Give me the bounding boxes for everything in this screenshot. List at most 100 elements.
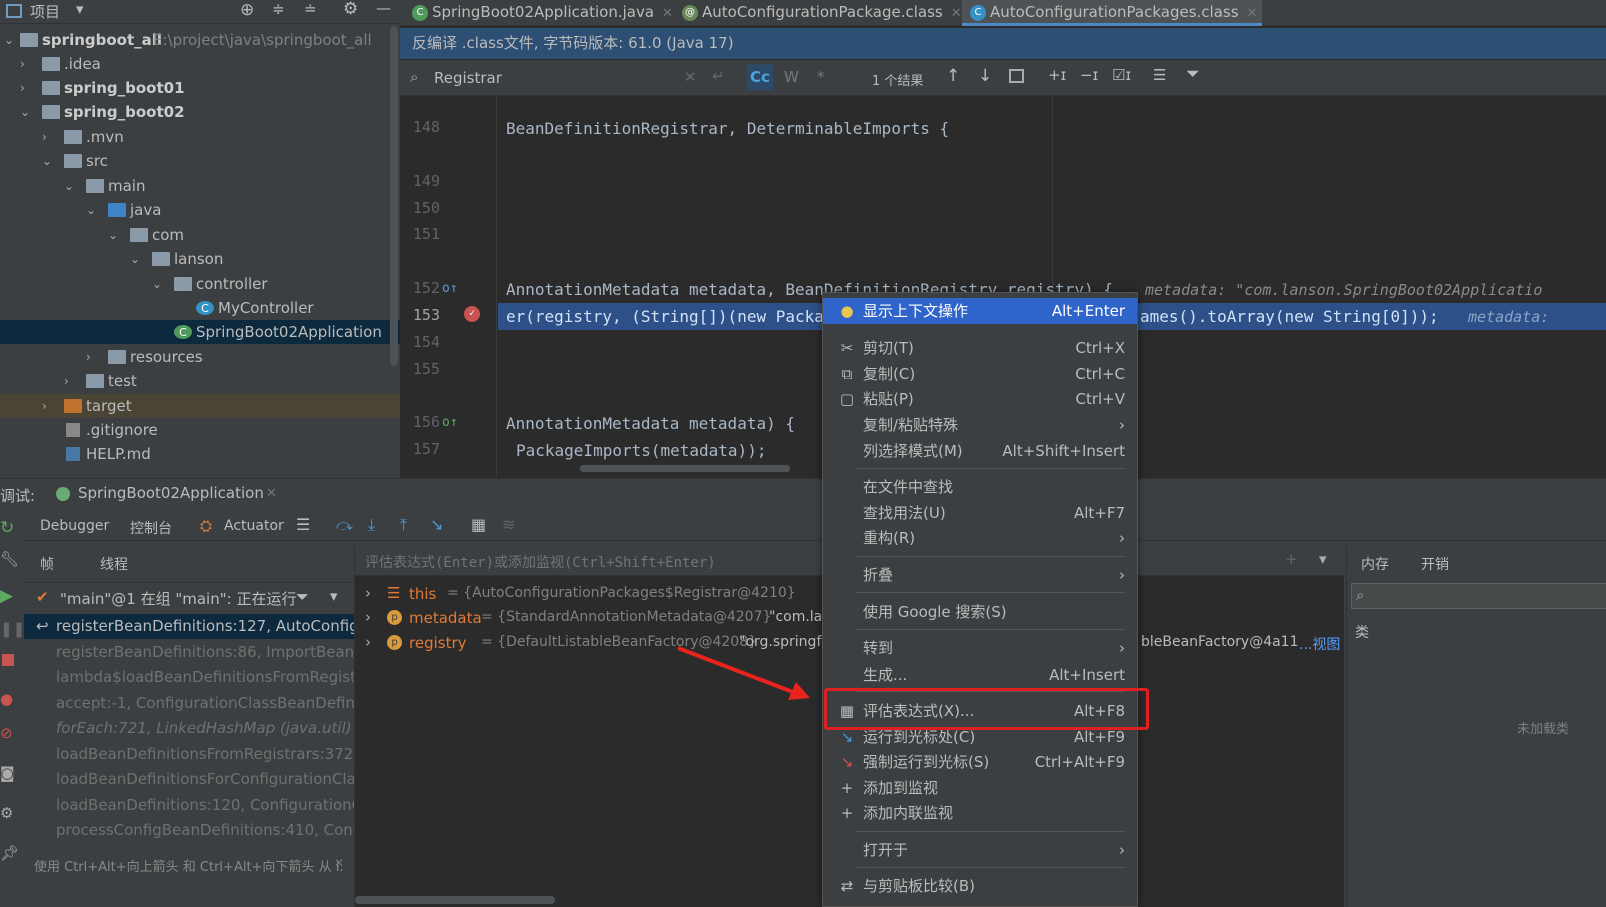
tab-debugger[interactable]: Debugger — [40, 518, 109, 534]
chevron-right-icon[interactable]: › — [20, 76, 34, 100]
breakpoint-icon[interactable]: ✓ — [464, 306, 480, 322]
tab-frames[interactable]: 帧 — [40, 554, 54, 574]
clear-icon[interactable]: ✕ — [684, 68, 697, 86]
evaluate-expression-icon[interactable]: ▦ — [471, 515, 486, 534]
tree-item-springboot02application[interactable]: C SpringBoot02Application — [0, 320, 400, 344]
menu-item-column-selection[interactable]: 列选择模式(M) Alt+Shift+Insert — [823, 438, 1137, 464]
close-icon[interactable]: ✕ — [334, 856, 344, 870]
close-icon[interactable]: ✕ — [951, 6, 962, 21]
stack-frame-current[interactable]: ↩ registerBeanDefinitions:127, AutoConfi… — [24, 614, 354, 639]
match-case-toggle[interactable]: Cc — [747, 64, 773, 90]
camera-icon[interactable]: ◙ — [0, 764, 15, 782]
rerun-icon[interactable]: ↻ — [0, 518, 14, 538]
menu-item-google-search[interactable]: 使用 Google 搜索(S) — [823, 599, 1137, 625]
wrench-icon[interactable]: 🔧︎ — [0, 550, 19, 568]
menu-item-cut[interactable]: ✂ 剪切(T) Ctrl+X — [823, 335, 1137, 361]
stack-frame[interactable]: forEach:721, LinkedHashMap (java.util) — [24, 716, 354, 741]
chevron-down-icon[interactable]: ⌄ — [86, 198, 100, 222]
chevron-right-icon[interactable]: › — [20, 52, 34, 76]
next-occurrence-icon[interactable]: ↓ — [978, 66, 992, 86]
filter-options-icon[interactable]: ☰ — [1153, 66, 1166, 84]
thread-selector[interactable]: ✔ "main"@1 在组 "main": 正在运行 ⏷ ▾ — [24, 582, 354, 610]
tab-actuator[interactable]: Actuator — [224, 518, 284, 534]
words-toggle[interactable]: W — [784, 68, 799, 86]
tree-item-help-md[interactable]: HELP.md — [0, 442, 400, 466]
menu-item-show-context-actions[interactable]: ● 显示上下文操作 Alt+Enter — [823, 298, 1137, 324]
chevron-right-icon[interactable]: › — [365, 633, 371, 651]
chevron-right-icon[interactable]: › — [42, 394, 56, 418]
chevron-right-icon[interactable]: › — [42, 125, 56, 149]
select-all-occurrences-icon[interactable]: ☑ɪ — [1112, 66, 1131, 84]
remove-selection-icon[interactable]: −ɪ — [1080, 66, 1098, 84]
tab-threads[interactable]: 线程 — [100, 554, 128, 574]
chevron-down-icon[interactable]: ▾ — [330, 587, 338, 605]
implements-gutter-icon[interactable]: o↑ — [442, 281, 458, 296]
tree-item-main[interactable]: ⌄ main — [0, 174, 400, 198]
chevron-right-icon[interactable]: › — [365, 608, 371, 626]
memory-search-input[interactable]: ⌕ — [1351, 583, 1606, 609]
tree-item-target[interactable]: › target — [0, 394, 400, 418]
tree-item-mvn[interactable]: › .mvn — [0, 125, 400, 149]
menu-item-find-in-files[interactable]: 在文件中查找 — [823, 474, 1137, 500]
tree-root[interactable]: ⌄ springboot_all E:\project\java\springb… — [0, 28, 400, 52]
chevron-down-icon[interactable]: ⌄ — [108, 223, 122, 247]
stack-frame[interactable]: registerBeanDefinitions:86, ImportBeanDe — [24, 640, 354, 665]
menu-item-paste[interactable]: ▢ 粘贴(P) Ctrl+V — [823, 386, 1137, 412]
stack-frame[interactable]: loadBeanDefinitionsFromRegistrars:372, C — [24, 742, 354, 767]
chevron-down-icon[interactable]: ⌄ — [20, 100, 34, 124]
mute-breakpoints-icon[interactable]: ⊘ — [0, 724, 13, 742]
menu-item-force-run-to-cursor[interactable]: ↘ 强制运行到光标(S) Ctrl+Alt+F9 — [823, 749, 1137, 775]
chevron-down-icon[interactable]: ⌄ — [152, 272, 166, 296]
tree-item-idea[interactable]: › .idea — [0, 52, 400, 76]
search-input[interactable] — [434, 66, 694, 90]
filter-icon[interactable]: ⏷ — [296, 587, 309, 607]
menu-icon[interactable]: ☰ — [296, 515, 310, 534]
trace-icon[interactable]: ≋ — [502, 515, 515, 534]
minimize-icon[interactable]: — — [376, 0, 391, 17]
tab-springboot02application[interactable]: C SpringBoot02Application.java ✕ — [404, 0, 673, 26]
chevron-down-icon[interactable]: ⌄ — [130, 247, 144, 271]
show-all-icon[interactable] — [1009, 69, 1024, 83]
menu-item-folding[interactable]: 折叠 › — [823, 562, 1137, 588]
show-execution-point-icon[interactable]: ⤼ — [336, 515, 353, 535]
chevron-down-icon[interactable]: ▾ — [76, 0, 84, 18]
stack-frame[interactable]: loadBeanDefinitionsForConfigurationClass — [24, 767, 354, 792]
close-icon[interactable]: ✕ — [662, 6, 673, 21]
stack-frame[interactable]: accept:-1, ConfigurationClassBeanDefinit — [24, 691, 354, 716]
tree-item-src[interactable]: ⌄ src — [0, 149, 400, 173]
add-watch-icon[interactable]: + — [1285, 550, 1298, 568]
menu-item-add-watch[interactable]: + 添加到监视 — [823, 775, 1137, 801]
expand-all-icon[interactable]: ≑ — [272, 0, 285, 18]
stop-icon[interactable] — [2, 654, 14, 666]
stack-frame[interactable]: loadBeanDefinitions:120, ConfigurationCl… — [24, 793, 354, 818]
chevron-down-icon[interactable]: ⌄ — [42, 149, 56, 173]
menu-item-add-inline-watch[interactable]: + 添加内联监视 — [823, 800, 1137, 826]
close-icon[interactable]: ✕ — [266, 486, 277, 501]
locate-icon[interactable]: ⊕ — [240, 0, 254, 20]
variables-scrollbar[interactable] — [355, 896, 555, 904]
tree-item-com[interactable]: ⌄ com — [0, 223, 400, 247]
tab-overhead[interactable]: 开销 — [1421, 554, 1449, 574]
previous-occurrence-icon[interactable]: ↑ — [946, 66, 960, 86]
tree-item-spring-boot01[interactable]: › spring_boot01 — [0, 76, 400, 100]
tree-item-test[interactable]: › test — [0, 369, 400, 393]
gear-icon[interactable]: ⚙ — [343, 0, 358, 19]
chevron-right-icon[interactable]: › — [86, 345, 100, 369]
collapse-all-icon[interactable]: ≐ — [304, 0, 317, 18]
pin-icon[interactable]: 📌︎ — [0, 844, 19, 862]
menu-item-copy[interactable]: ⧉ 复制(C) Ctrl+C — [823, 361, 1137, 387]
debug-session-tab[interactable]: SpringBoot02Application — [78, 484, 264, 502]
menu-item-generate[interactable]: 生成... Alt+Insert — [823, 662, 1137, 688]
tab-console[interactable]: 控制台 — [130, 518, 172, 538]
menu-item-open-in[interactable]: 打开于 › — [823, 837, 1137, 863]
menu-item-refactor[interactable]: 重构(R) › — [823, 525, 1137, 551]
tree-item-java[interactable]: ⌄ java — [0, 198, 400, 222]
tree-item-gitignore[interactable]: .gitignore — [0, 418, 400, 442]
stack-frame[interactable]: processConfigBeanDefinitions:410, Config — [24, 818, 354, 843]
add-selection-icon[interactable]: +ɪ — [1048, 66, 1066, 84]
gear-icon[interactable]: ⚙ — [0, 804, 13, 822]
regex-toggle[interactable]: * — [817, 68, 825, 86]
new-line-icon[interactable]: ↵ — [712, 67, 725, 85]
chevron-down-icon[interactable]: ⌄ — [4, 28, 18, 52]
menu-item-copy-paste-special[interactable]: 复制/粘贴特殊 › — [823, 412, 1137, 438]
